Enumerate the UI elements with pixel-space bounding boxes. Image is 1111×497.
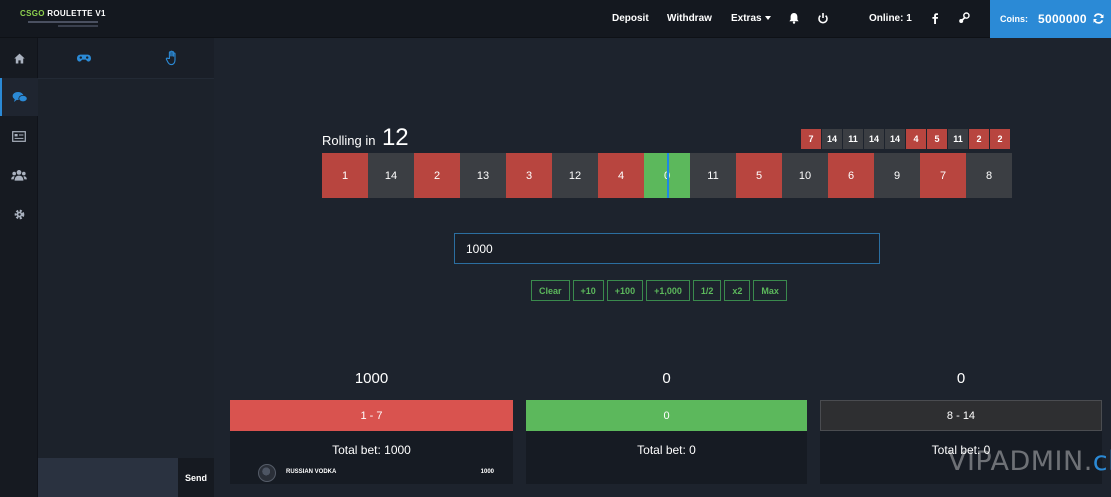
column-total: 0 bbox=[956, 370, 966, 387]
sidebar-item-chat[interactable] bbox=[0, 78, 38, 116]
send-button[interactable]: Send bbox=[178, 458, 214, 497]
wheel-tile: 4 bbox=[598, 153, 644, 198]
quick-bet-1-000-button[interactable]: +1,000 bbox=[646, 280, 690, 301]
logo-tagline-line bbox=[28, 21, 98, 23]
watermark-accent: club bbox=[1092, 446, 1111, 477]
wheel-tile: 14 bbox=[368, 153, 414, 198]
coins-value: 5000000 bbox=[1038, 12, 1087, 26]
bet-entry: RUSSIAN VODKA 1000 bbox=[258, 464, 494, 482]
wheel-tile: 5 bbox=[736, 153, 782, 198]
withdraw-link[interactable]: Withdraw bbox=[667, 13, 712, 24]
site-logo[interactable]: CSGO ROULETTE V1 bbox=[20, 9, 105, 27]
wheel-marker bbox=[667, 153, 669, 198]
chat-icon bbox=[12, 91, 28, 102]
column-total-bet: Total bet: 0 bbox=[637, 443, 696, 457]
history-chip: 2 bbox=[990, 129, 1010, 149]
column-bets: Total bet: 1000 RUSSIAN VODKA 1000 bbox=[230, 431, 513, 484]
logo-title-rest: ROULETTE V1 bbox=[47, 9, 106, 18]
wheel-tile: 6 bbox=[828, 153, 874, 198]
sidebar-item-settings[interactable] bbox=[0, 195, 38, 233]
list-icon bbox=[12, 130, 26, 142]
history-chip: 7 bbox=[801, 129, 821, 149]
column-total-bet: Total bet: 1000 bbox=[332, 443, 411, 457]
better-amount: 1000 bbox=[480, 469, 494, 475]
bell-icon[interactable] bbox=[787, 11, 801, 25]
facebook-icon[interactable] bbox=[928, 11, 942, 25]
wheel-tile: 11 bbox=[690, 153, 736, 198]
extras-label: Extras bbox=[731, 13, 762, 24]
coins-balance: Coins: 5000000 bbox=[990, 0, 1111, 38]
watermark-main: VIPADMIN. bbox=[948, 446, 1093, 477]
history-chip: 11 bbox=[843, 129, 863, 149]
history-chip: 2 bbox=[969, 129, 989, 149]
rolling-timer: Rolling in 12 bbox=[322, 124, 409, 152]
extras-dropdown[interactable]: Extras bbox=[731, 13, 771, 24]
wheel-tile: 13 bbox=[460, 153, 506, 198]
rolling-label: Rolling in bbox=[322, 133, 376, 148]
logo-title-accent: CSGO bbox=[20, 9, 45, 18]
steam-icon[interactable] bbox=[957, 11, 971, 25]
power-icon[interactable] bbox=[816, 11, 830, 25]
column-total: 1000 bbox=[354, 370, 389, 387]
bet-red-button[interactable]: 1 - 7 bbox=[230, 400, 513, 431]
main-game-area: Rolling in 12 7 14 11 14 14 4 5 11 2 2 1 14 2 13 3 12 4… bbox=[214, 38, 1111, 497]
gamepad-icon[interactable] bbox=[76, 50, 92, 66]
bet-column-red: 1000 1 - 7 Total bet: 1000 RUSSIAN VODKA… bbox=[230, 360, 513, 484]
sidebar-item-list[interactable] bbox=[0, 117, 38, 155]
quick-bet-1-2-button[interactable]: 1/2 bbox=[692, 280, 722, 301]
wheel-tile: 7 bbox=[920, 153, 966, 198]
quick-bet-max-button[interactable]: Max bbox=[753, 280, 787, 301]
chat-input[interactable] bbox=[38, 458, 178, 497]
logo-tagline-line bbox=[58, 25, 98, 27]
chat-tabs bbox=[38, 38, 214, 78]
wheel-tile: 3 bbox=[506, 153, 552, 198]
logo-title: CSGO ROULETTE V1 bbox=[20, 9, 105, 18]
gear-icon bbox=[14, 209, 24, 219]
quick-bet-100-button[interactable]: +100 bbox=[606, 280, 644, 301]
history-chip: 5 bbox=[927, 129, 947, 149]
sidebar-item-users[interactable] bbox=[0, 156, 38, 194]
avatar bbox=[258, 464, 276, 482]
home-icon bbox=[13, 53, 25, 64]
icon-sidebar bbox=[0, 38, 38, 497]
history-chip: 11 bbox=[948, 129, 968, 149]
history-chip: 14 bbox=[822, 129, 842, 149]
hand-icon[interactable] bbox=[164, 50, 180, 66]
roll-history: 7 14 11 14 14 4 5 11 2 2 bbox=[801, 129, 1010, 149]
bet-black-button[interactable]: 8 - 14 bbox=[820, 400, 1102, 431]
watermark: VIPADMIN.club bbox=[948, 446, 1111, 477]
chat-messages-area[interactable] bbox=[38, 78, 214, 458]
wheel-tile: 10 bbox=[782, 153, 828, 198]
quick-bet-clear-button[interactable]: Clear bbox=[531, 280, 570, 301]
users-icon bbox=[11, 170, 27, 181]
chat-panel: Send bbox=[38, 38, 214, 497]
bet-amount-input[interactable] bbox=[454, 233, 880, 264]
coins-label: Coins: bbox=[1000, 14, 1028, 24]
caret-down-icon bbox=[764, 16, 771, 21]
online-count: Online: 1 bbox=[869, 13, 912, 24]
history-chip: 14 bbox=[885, 129, 905, 149]
deposit-link[interactable]: Deposit bbox=[612, 13, 649, 24]
quick-bet-buttons: Clear +10 +100 +1,000 1/2 x2 Max bbox=[531, 280, 787, 301]
bet-column-green: 0 0 Total bet: 0 bbox=[526, 360, 807, 484]
rolling-countdown: 12 bbox=[381, 124, 409, 151]
wheel-tile: 2 bbox=[414, 153, 460, 198]
column-bets: Total bet: 0 bbox=[526, 431, 807, 484]
wheel-tile: 12 bbox=[552, 153, 598, 198]
top-navbar: CSGO ROULETTE V1 Deposit Withdraw Extras… bbox=[0, 0, 1111, 38]
refresh-icon[interactable] bbox=[1092, 12, 1105, 25]
wheel-tile: 8 bbox=[966, 153, 1012, 198]
better-name: RUSSIAN VODKA bbox=[286, 469, 337, 475]
quick-bet-x2-button[interactable]: x2 bbox=[724, 280, 751, 301]
bet-green-button[interactable]: 0 bbox=[526, 400, 807, 431]
column-total: 0 bbox=[662, 370, 671, 387]
wheel-tile: 9 bbox=[874, 153, 920, 198]
history-chip: 4 bbox=[906, 129, 926, 149]
history-chip: 14 bbox=[864, 129, 884, 149]
quick-bet-10-button[interactable]: +10 bbox=[572, 280, 604, 301]
sidebar-item-home[interactable] bbox=[0, 39, 38, 77]
wheel-tile: 1 bbox=[322, 153, 368, 198]
